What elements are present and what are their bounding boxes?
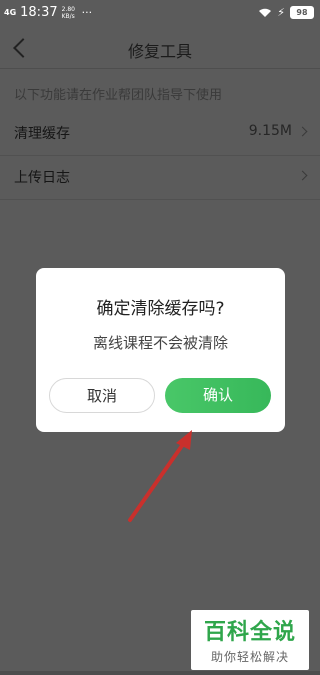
chevron-right-icon: [297, 170, 308, 181]
page-title: 修复工具: [127, 42, 192, 61]
confirm-dialog: 确定清除缓存吗? 离线课程不会被清除 取消 确认: [36, 268, 285, 432]
chevron-right-icon: [297, 126, 308, 137]
network-speed: 2.80 KB/s: [61, 5, 75, 20]
status-bar: 4G 18:37 2.80 KB/s ··· ⚡ 98: [0, 0, 320, 28]
list-item-label: 清理缓存: [14, 126, 70, 142]
top-navigation-bar: 修复工具: [0, 28, 320, 69]
watermark-subtitle: 助你轻松解决: [210, 650, 289, 664]
list-item-upload-log[interactable]: 上传日志: [0, 155, 320, 200]
more-notifications-icon: ···: [81, 6, 93, 19]
watermark-logo: 百科全说 助你轻松解决: [191, 610, 309, 670]
dialog-message: 离线课程不会被清除: [92, 334, 228, 352]
cache-size-value: 9.15M: [248, 123, 292, 139]
bottom-edge: [0, 671, 320, 675]
watermark-title: 百科全说: [203, 620, 296, 645]
list-item-label: 上传日志: [14, 170, 70, 186]
dialog-title: 确定清除缓存吗?: [96, 299, 225, 319]
instruction-text: 以下功能请在作业帮团队指导下使用: [14, 88, 223, 103]
clock: 18:37: [20, 5, 58, 20]
wifi-icon: [259, 8, 272, 17]
battery-icon: 98: [290, 6, 314, 19]
list-item-clear-cache[interactable]: 清理缓存 9.15M: [0, 111, 320, 156]
confirm-button[interactable]: 确认: [165, 378, 271, 413]
charging-icon: ⚡: [277, 6, 285, 19]
cancel-button[interactable]: 取消: [49, 378, 155, 413]
signal-icon: 4G: [4, 7, 17, 17]
